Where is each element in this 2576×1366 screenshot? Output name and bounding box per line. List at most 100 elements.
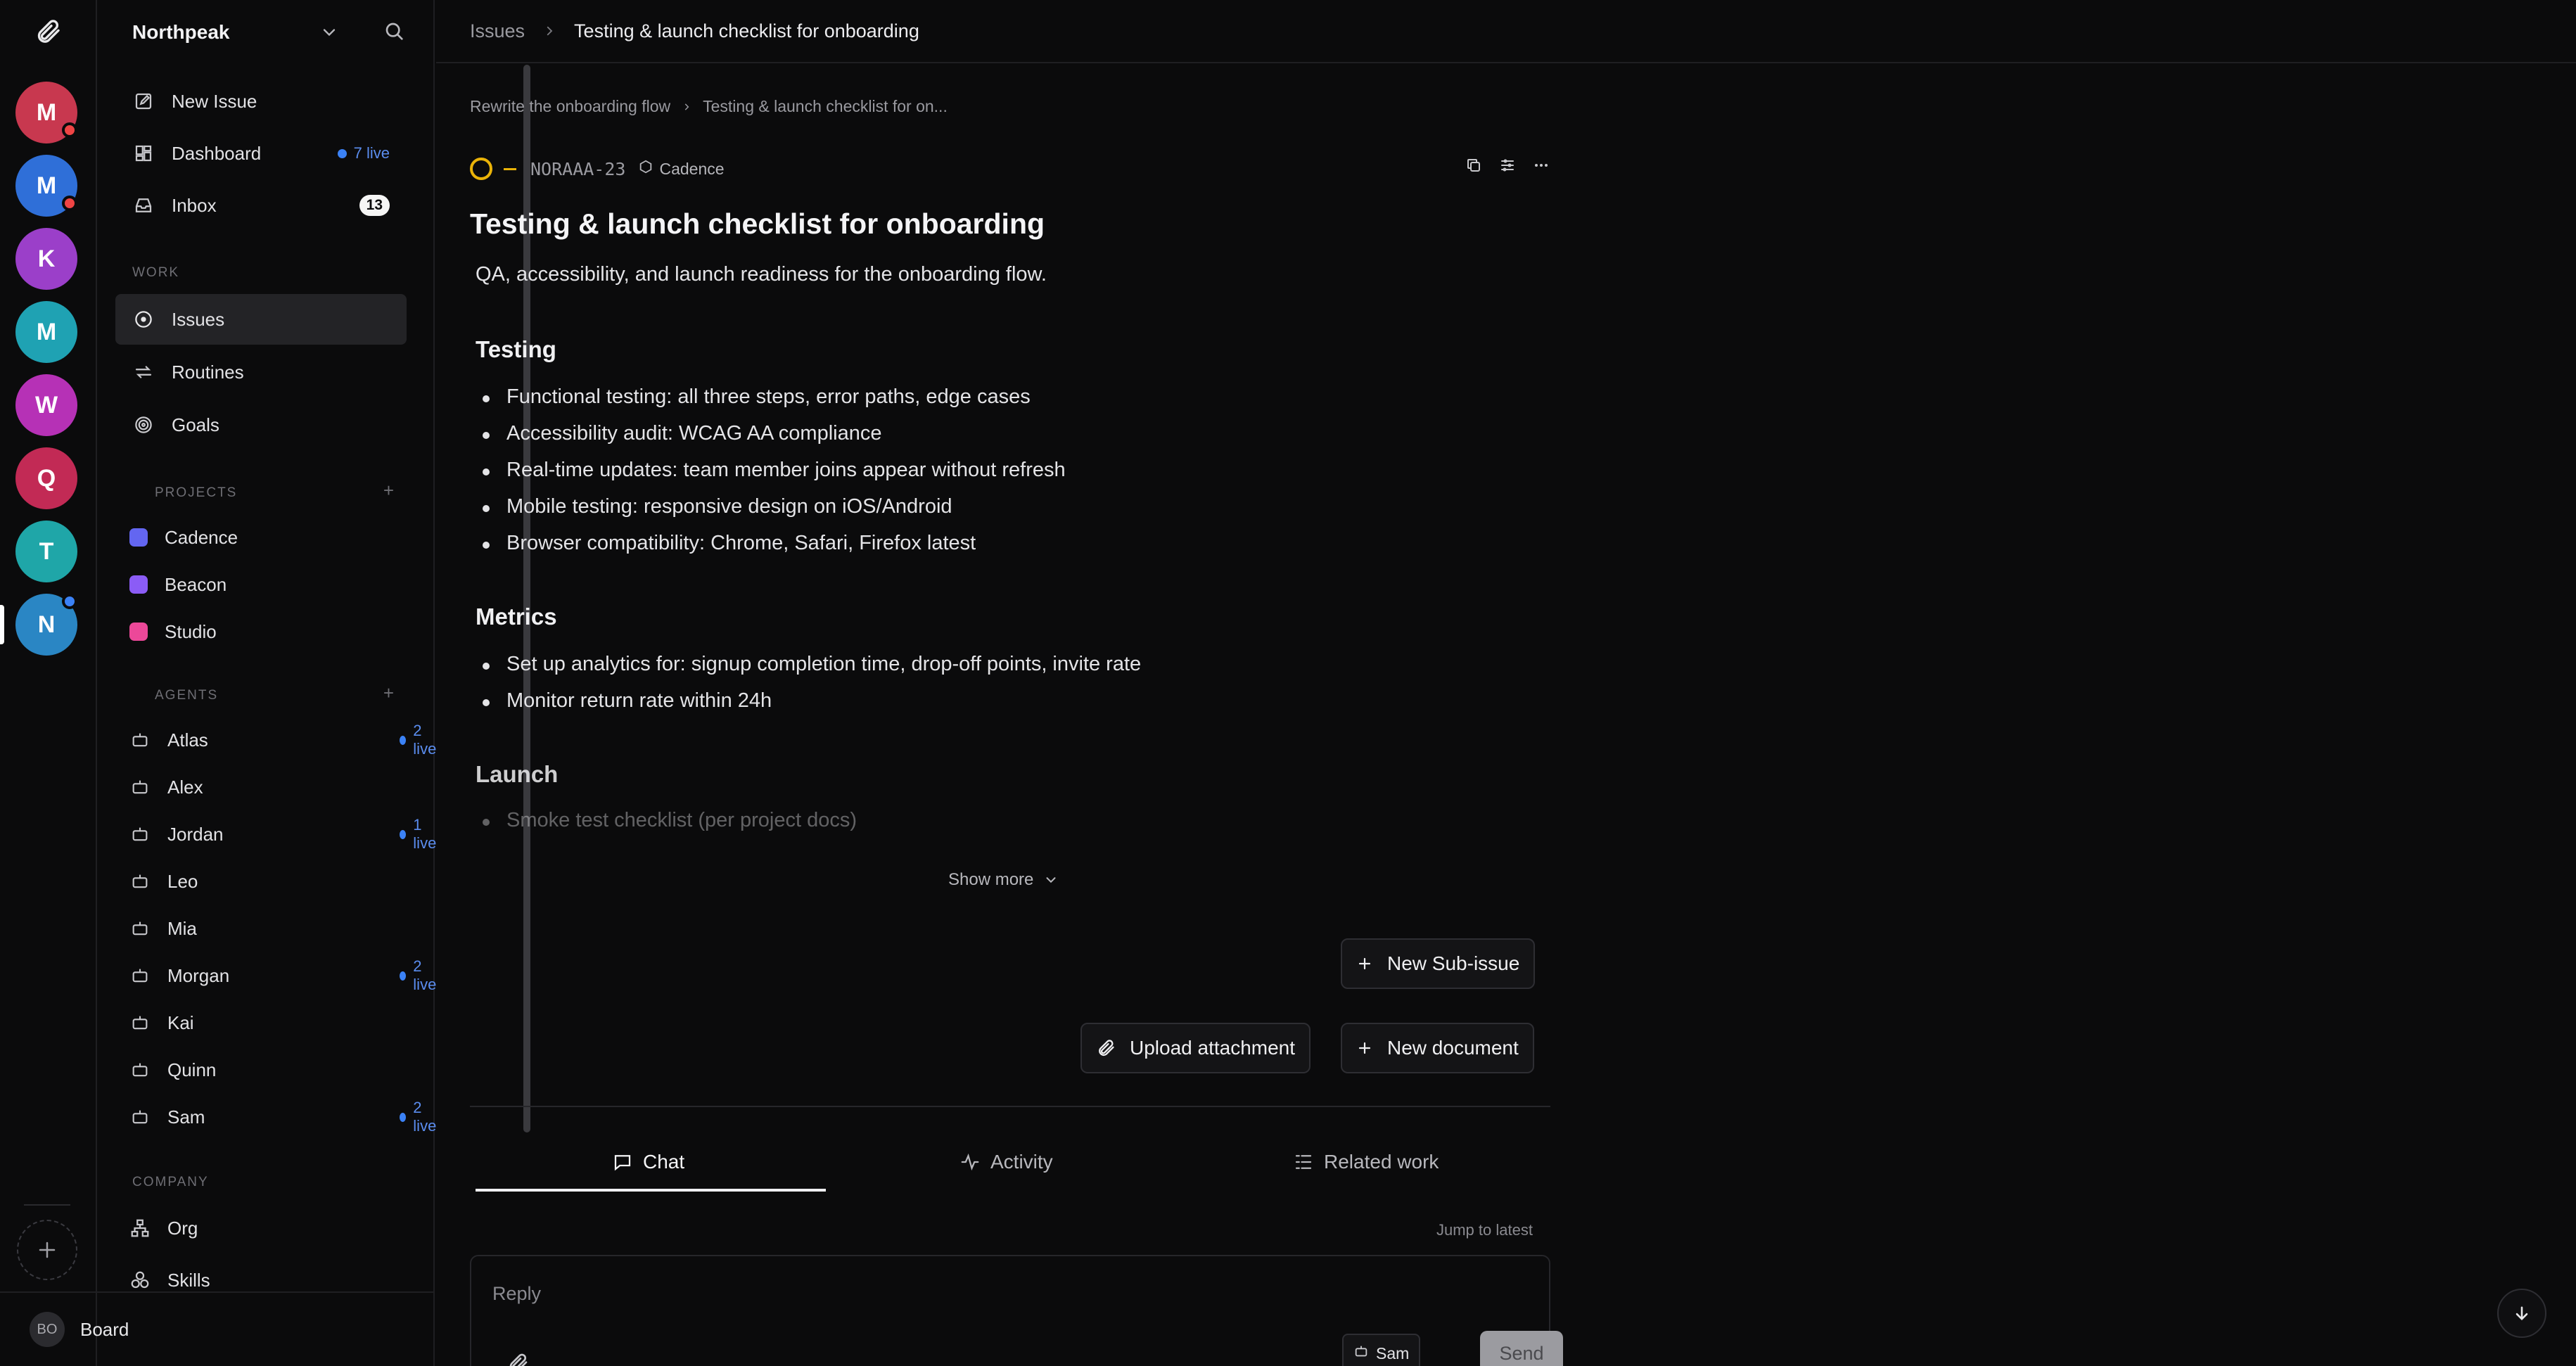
section-company-label: COMPANY [132,1175,209,1189]
workspace-letter: K [37,245,56,272]
nav-org[interactable]: Org [129,1207,404,1249]
avatar: BO [30,1312,65,1347]
tab-label: Activity [990,1151,1053,1173]
nav-routines[interactable]: Routines [115,347,407,397]
topbar-breadcrumb: Issues Testing & launch checklist for on… [436,0,2576,63]
active-workspace-indicator [0,605,4,644]
nav-inbox[interactable]: Inbox 13 [115,180,407,231]
issue-meta-row: NORAAA-23 Cadence [470,156,1550,181]
agent-name: Sam [1376,1343,1410,1362]
chevron-right-icon [682,97,691,116]
workspace-letter: M [36,318,57,345]
nav-dashboard[interactable]: Dashboard 7 live [115,128,407,179]
org-switcher[interactable]: Northpeak [132,18,405,46]
breadcrumb-issues-link[interactable]: Issues [470,20,525,42]
breadcrumb-current: Testing & launch checklist for onboardin… [574,20,919,42]
agent-item[interactable]: Jordan 1 live [129,813,436,855]
upload-attachment-button[interactable]: Upload attachment [1080,1023,1311,1073]
project-item[interactable]: Beacon [129,563,227,606]
tab-label: Chat [643,1151,685,1173]
agent-label: Mia [167,917,197,939]
add-workspace-button[interactable] [17,1220,77,1280]
workspace-avatar[interactable]: T [15,521,77,582]
bot-icon [129,1012,151,1033]
new-document-button[interactable]: New document [1341,1023,1534,1073]
section-agents-label: AGENTS [155,688,219,703]
bot-icon [129,918,151,939]
sidebar: Northpeak New Issue Dashboard 7 live Inb… [98,0,530,1366]
scroll-to-bottom-button[interactable] [2497,1289,2546,1338]
agent-item[interactable]: Leo [129,860,404,902]
agent-label: Sam [167,1106,205,1128]
chevron-right-icon [543,20,556,42]
agent-item[interactable]: Alex [129,766,404,808]
workspace-avatar[interactable]: N [15,594,77,656]
chevron-down-icon[interactable] [319,23,339,46]
workspace-avatar[interactable]: M [15,301,77,363]
agent-label: Leo [167,870,198,892]
jump-to-latest-link[interactable]: Jump to latest [1436,1221,1533,1239]
list-item: Set up analytics for: signup completion … [482,653,1142,675]
copy-icon[interactable] [1465,156,1483,174]
plus-icon [39,1241,56,1258]
user-footer[interactable]: BO Board [0,1291,435,1366]
bot-icon [129,777,151,798]
status-circle-icon[interactable] [470,158,492,180]
project-chip[interactable]: Cadence [638,159,725,179]
workspace-avatar[interactable]: Q [15,447,77,509]
add-agent-button[interactable]: + [383,682,394,704]
reply-composer[interactable]: Reply Sam Send [470,1255,1563,1366]
nav-label: Skills [167,1269,210,1291]
agent-item[interactable]: Sam 2 live [129,1096,436,1138]
agent-selector[interactable]: Sam [1342,1334,1421,1366]
paperclip-icon[interactable] [506,1352,529,1366]
dashboard-icon [132,142,155,165]
nav-label: Goals [172,414,219,435]
nav-issues[interactable]: Issues [115,294,407,345]
workspace-letter: T [39,537,54,565]
section-divider [470,1106,1550,1107]
search-icon[interactable] [383,20,405,46]
send-button[interactable]: Send [1480,1331,1563,1366]
workspace-avatar[interactable]: M [15,82,77,143]
current-issue-crumb: Testing & launch checklist for on... [703,97,948,115]
parent-issue-link[interactable]: Rewrite the onboarding flow [470,97,670,116]
issue-description: QA, accessibility, and launch readiness … [476,263,1047,286]
agent-item[interactable]: Mia [129,907,404,950]
show-more-label: Show more [948,870,1034,889]
priority-dash-icon[interactable] [504,167,516,170]
show-more-button[interactable]: Show more [948,870,1059,890]
agent-item[interactable]: Kai [129,1002,404,1044]
workspace-avatar[interactable]: M [15,155,77,217]
project-item[interactable]: Studio [129,611,217,653]
tab-chat[interactable]: Chat [612,1148,684,1176]
project-item[interactable]: Cadence [129,516,238,558]
workspace-letter: M [36,172,57,199]
reply-placeholder[interactable]: Reply [492,1283,541,1305]
arrow-down-icon [2516,1306,2528,1320]
workspace-avatar[interactable]: W [15,374,77,436]
properties-icon[interactable] [1498,156,1517,174]
agent-item[interactable]: Quinn [129,1049,404,1091]
add-project-button[interactable]: + [383,480,394,502]
workspace-letter: W [34,391,58,419]
section-heading: Launch [476,761,559,787]
bot-icon [129,965,151,986]
paperclip-logo-icon[interactable] [32,15,64,48]
new-sub-issue-button[interactable]: New Sub-issue [1341,938,1536,989]
bot-icon [129,1059,151,1080]
nav-goals[interactable]: Goals [115,400,407,450]
project-label: Beacon [165,573,227,595]
agent-item[interactable]: Morgan 2 live [129,955,436,997]
tab-related-work[interactable]: Related work [1293,1148,1439,1176]
more-icon[interactable] [1532,156,1550,174]
nav-new-issue[interactable]: New Issue [115,76,407,127]
tab-activity[interactable]: Activity [959,1148,1053,1176]
live-count: 2 live [400,957,439,994]
issue-title[interactable]: Testing & launch checklist for onboardin… [470,208,1045,241]
agent-item[interactable]: Atlas 2 live [129,719,436,761]
list-item: Monitor return rate within 24h [482,689,772,712]
live-count: 1 live [400,816,439,853]
workspace-avatar[interactable]: K [15,228,77,290]
notification-dot [62,594,77,609]
